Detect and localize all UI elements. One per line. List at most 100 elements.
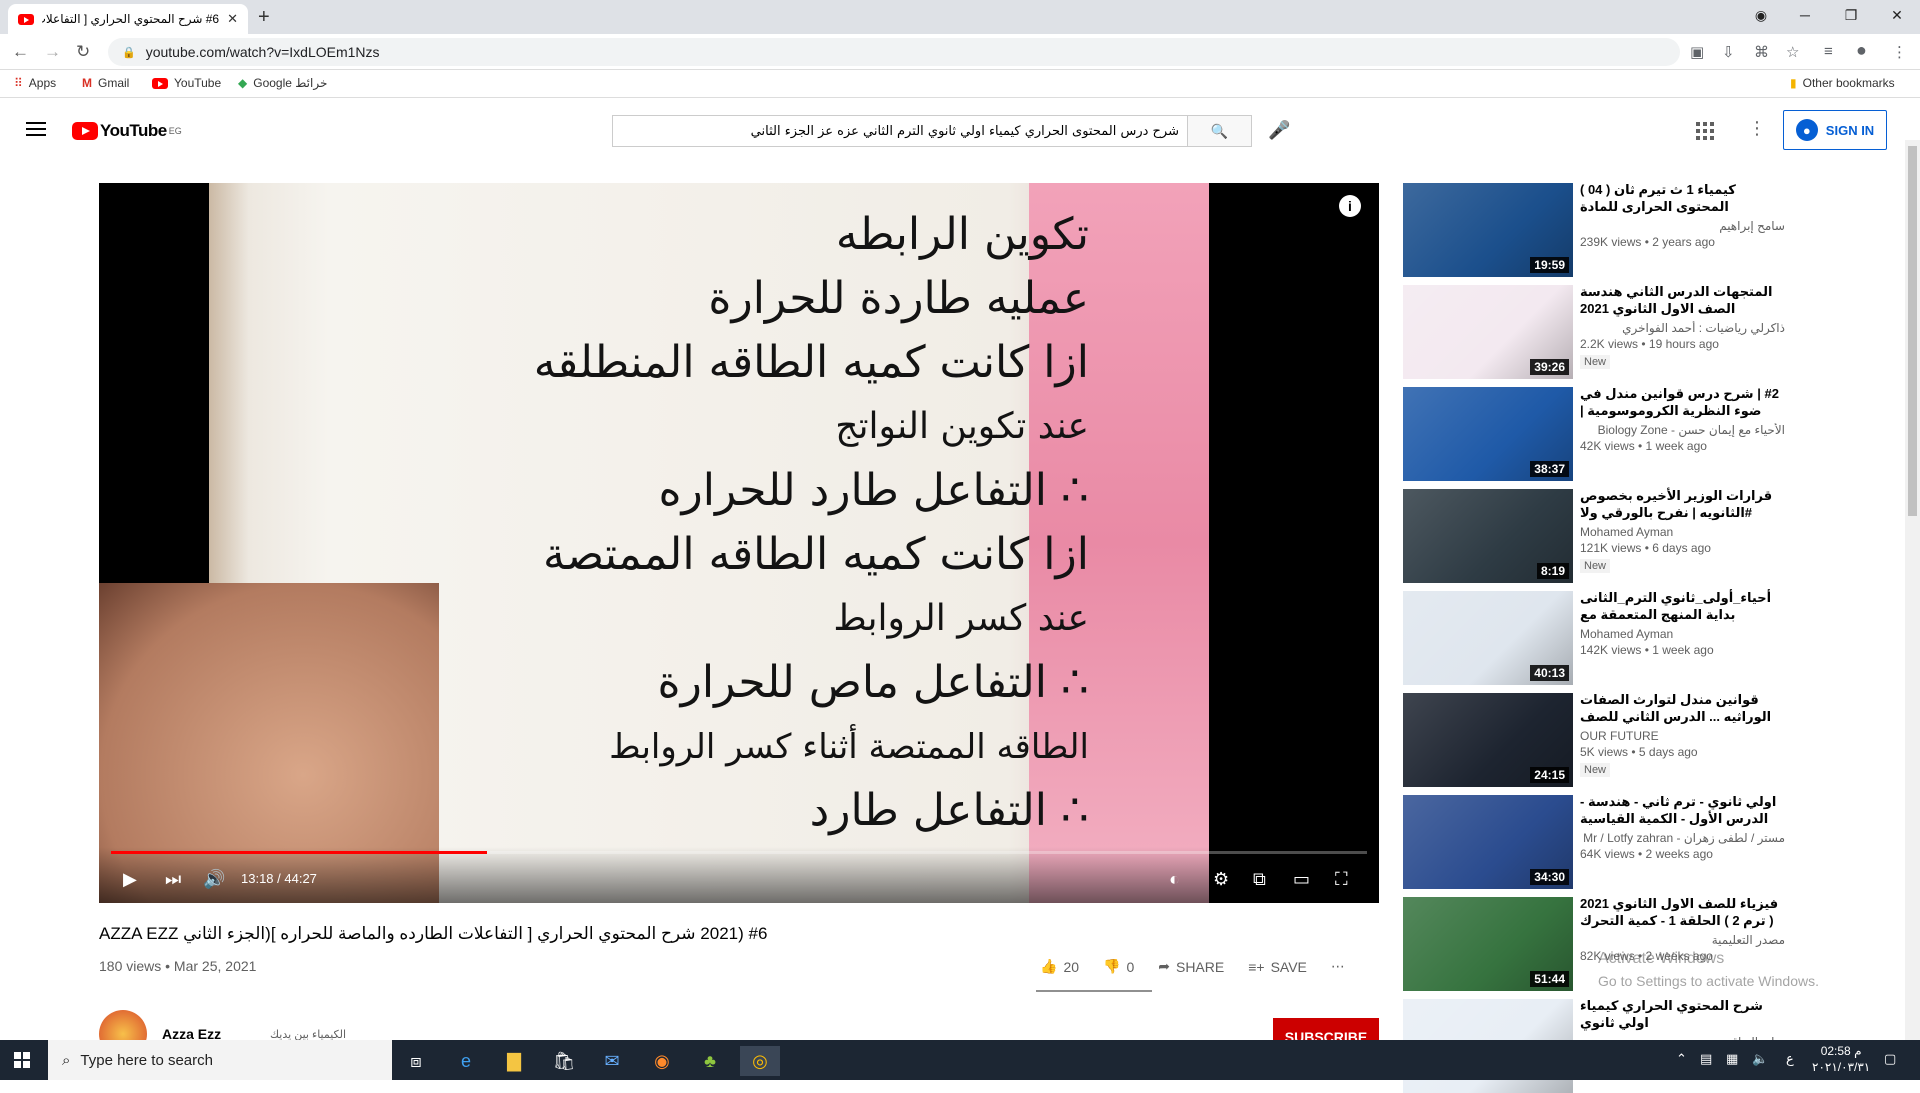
bookmark-gmail[interactable]: M Gmail <box>82 76 129 90</box>
app-icon[interactable]: ♣ <box>690 1046 730 1076</box>
browser-tab[interactable]: #6 شرح المحتوي الحراري [ التفاعلات ✕ <box>8 4 248 34</box>
translate-icon[interactable]: ⌘ <box>1754 43 1769 61</box>
recommendation-channel[interactable]: الأحياء مع إيمان حسن - Biology Zone <box>1580 423 1785 437</box>
volume-icon[interactable]: 🔊 <box>203 869 225 890</box>
profile-menu-icon[interactable]: ◉ <box>1738 0 1784 30</box>
scrollbar-thumb[interactable] <box>1908 146 1917 516</box>
windows-start-icon[interactable] <box>14 1052 30 1068</box>
bookmark-other[interactable]: ▮ Other bookmarks <box>1790 76 1895 90</box>
youtube-apps-icon[interactable] <box>1696 122 1714 140</box>
bookmark-maps[interactable]: ◆ Google خرائط <box>238 76 327 90</box>
settings-kebab-icon[interactable]: ⋮ <box>1748 118 1766 139</box>
next-icon[interactable]: ⏭ <box>165 869 181 890</box>
recommendation-info[interactable]: قوانين مندل لتوارث الصفات الوراثيه ... ا… <box>1580 691 1785 777</box>
recommendation-info[interactable]: قرارات الوزير الأخيره بخصوص #الثانويه | … <box>1580 487 1785 573</box>
new-tab-button[interactable]: + <box>258 6 270 29</box>
recommendation-thumbnail[interactable]: 39:26 <box>1403 285 1573 379</box>
recommendation-info[interactable]: اولي ثانوي - ترم ثاني - هندسة - الدرس ال… <box>1580 793 1785 861</box>
recommendation-channel[interactable]: مصدر التعليمية <box>1580 933 1785 947</box>
bookmark-apps[interactable]: ⠿ Apps <box>14 76 56 90</box>
recommendation-info[interactable]: #2 | شرح درس قوانين مندل في ضوء النظرية … <box>1580 385 1785 453</box>
bookmark-star-icon[interactable]: ☆ <box>1786 43 1799 61</box>
file-explorer-icon[interactable]: ▇ <box>494 1046 534 1076</box>
share-button[interactable]: ➦ SHARE <box>1158 958 1224 975</box>
close-window-button[interactable]: ✕ <box>1874 0 1920 30</box>
video-player[interactable]: تكوين الرابطه عمليه طاردة للحرارة ازا كا… <box>99 183 1379 903</box>
recommendation-title[interactable]: قرارات الوزير الأخيره بخصوص #الثانويه | … <box>1580 487 1785 521</box>
dislike-button[interactable]: 👎 0 <box>1103 958 1134 975</box>
download-extension-icon[interactable]: ⇩ <box>1722 43 1735 61</box>
taskbar-search[interactable]: ⌕ Type here to search <box>48 1040 392 1080</box>
recommendation-channel[interactable]: سامح إبراهيم <box>1580 219 1785 233</box>
reload-icon[interactable]: ↻ <box>76 42 90 62</box>
recommendation-title[interactable]: فيزياء للصف الاول الثانوي 2021 ( ترم 2 )… <box>1580 895 1785 929</box>
wifi-icon[interactable]: ▦ <box>1726 1051 1738 1067</box>
recommendation-title[interactable]: قوانين مندل لتوارث الصفات الوراثيه ... ا… <box>1580 691 1785 725</box>
progress-bar[interactable] <box>111 851 1367 854</box>
youtube-logo[interactable]: YouTube EG <box>72 121 182 141</box>
player-controls: ▶ ⏭ 🔊 13:18 / 44:27 ◐ ⚙ ⧉ ▭ ⛶ <box>99 847 1379 903</box>
miniplayer-icon[interactable]: ⧉ <box>1253 869 1266 890</box>
recommendation-channel[interactable]: Mohamed Ayman <box>1580 525 1785 539</box>
maximize-button[interactable]: ❐ <box>1828 0 1874 30</box>
recommendation-channel[interactable]: مستر / لطفى زهران - Mr / Lotfy zahran <box>1580 831 1785 845</box>
account-avatar-icon[interactable]: ● <box>1856 40 1867 61</box>
recommendation-title[interactable]: اولي ثانوي - ترم ثاني - هندسة - الدرس ال… <box>1580 793 1785 827</box>
microphone-icon[interactable]: 🎤 <box>1268 120 1290 141</box>
fullscreen-icon[interactable]: ⛶ <box>1335 869 1348 890</box>
save-button[interactable]: ≡+ SAVE <box>1248 959 1307 975</box>
recommendation-channel[interactable]: Mohamed Ayman <box>1580 627 1785 641</box>
recommendation-thumbnail[interactable]: 8:19 <box>1403 489 1573 583</box>
address-bar[interactable]: 🔒 youtube.com/watch?v=IxdLOEm1Nzs <box>108 38 1680 66</box>
search-input[interactable] <box>613 116 1187 146</box>
screenshot-extension-icon[interactable]: ▣ <box>1690 43 1704 61</box>
volume-tray-icon[interactable]: 🔈 <box>1752 1051 1768 1067</box>
recommendation-info[interactable]: كيمياء 1 ث تيرم ثان ( 04 ) المحتوى الحرا… <box>1580 181 1785 249</box>
recommendation-views: 239K views • 2 years ago <box>1580 235 1715 249</box>
mail-icon[interactable]: ✉ <box>592 1046 632 1076</box>
recommendation-thumbnail[interactable]: 24:15 <box>1403 693 1573 787</box>
input-language[interactable]: ع <box>1786 1051 1794 1067</box>
taskbar-clock[interactable]: 02:58 م ٢٠٢١/٠٣/٣١ <box>1812 1043 1870 1075</box>
edge-icon[interactable]: e <box>446 1046 486 1076</box>
recommendation-thumbnail[interactable]: 34:30 <box>1403 795 1573 889</box>
like-button[interactable]: 👍 20 <box>1040 958 1079 975</box>
chrome-menu-icon[interactable]: ⋮ <box>1892 43 1907 61</box>
recommendation-thumbnail[interactable]: 40:13 <box>1403 591 1573 685</box>
recommendation-thumbnail[interactable]: 19:59 <box>1403 183 1573 277</box>
bookmark-youtube[interactable]: YouTube <box>152 76 221 90</box>
network-icon[interactable]: ▤ <box>1700 1051 1712 1067</box>
recommendation-channel[interactable]: ذاكرلي رياضيات : أحمد الفواخري <box>1580 321 1785 335</box>
recommendation-title[interactable]: كيمياء 1 ث تيرم ثان ( 04 ) المحتوى الحرا… <box>1580 181 1785 215</box>
recommendation-title[interactable]: شرح المحتوي الحراري كيمياء اولي ثانوي <box>1580 997 1785 1031</box>
firefox-icon[interactable]: ◉ <box>642 1046 682 1076</box>
forward-arrow-icon[interactable]: → <box>44 42 61 62</box>
recommendation-title[interactable]: المتجهات الدرس الثاني هندسة الصف الاول ا… <box>1580 283 1785 317</box>
tray-chevron-icon[interactable]: ⌃ <box>1676 1051 1687 1067</box>
recommendation-info[interactable]: أحياء_أولى_ثانوي الترم_الثانى بداية المن… <box>1580 589 1785 657</box>
info-card-icon[interactable]: i <box>1339 195 1361 217</box>
theater-mode-icon[interactable]: ▭ <box>1293 869 1310 890</box>
recommendation-title[interactable]: أحياء_أولى_ثانوي الترم_الثانى بداية المن… <box>1580 589 1785 623</box>
reading-list-icon[interactable]: ≡ <box>1824 43 1833 60</box>
recommendation-thumbnail[interactable]: 38:37 <box>1403 387 1573 481</box>
chrome-taskbar-icon[interactable]: ◎ <box>740 1046 780 1076</box>
page-scrollbar[interactable] <box>1905 140 1920 1040</box>
recommendation-info[interactable]: المتجهات الدرس الثاني هندسة الصف الاول ا… <box>1580 283 1785 369</box>
hamburger-menu-icon[interactable] <box>26 122 46 140</box>
recommendation-channel[interactable]: OUR FUTURE <box>1580 729 1785 743</box>
sign-in-button[interactable]: ● SIGN IN <box>1783 110 1887 150</box>
task-view-icon[interactable]: ⧈ <box>396 1046 436 1076</box>
notifications-icon[interactable]: ▢ <box>1884 1051 1896 1067</box>
minimize-button[interactable]: ─ <box>1782 0 1828 30</box>
close-tab-icon[interactable]: ✕ <box>227 11 238 27</box>
store-icon[interactable]: 🛍 <box>544 1046 584 1076</box>
play-icon[interactable]: ▶ <box>123 869 137 890</box>
settings-gear-icon[interactable]: ⚙ <box>1213 869 1229 890</box>
autoplay-toggle[interactable]: ◐ <box>1169 869 1180 890</box>
back-arrow-icon[interactable]: ← <box>12 42 29 62</box>
recommendation-title[interactable]: #2 | شرح درس قوانين مندل في ضوء النظرية … <box>1580 385 1785 419</box>
more-actions-icon[interactable]: ⋯ <box>1331 958 1345 975</box>
recommendation-thumbnail[interactable]: 51:44 <box>1403 897 1573 991</box>
search-button[interactable]: 🔍 <box>1187 116 1251 146</box>
